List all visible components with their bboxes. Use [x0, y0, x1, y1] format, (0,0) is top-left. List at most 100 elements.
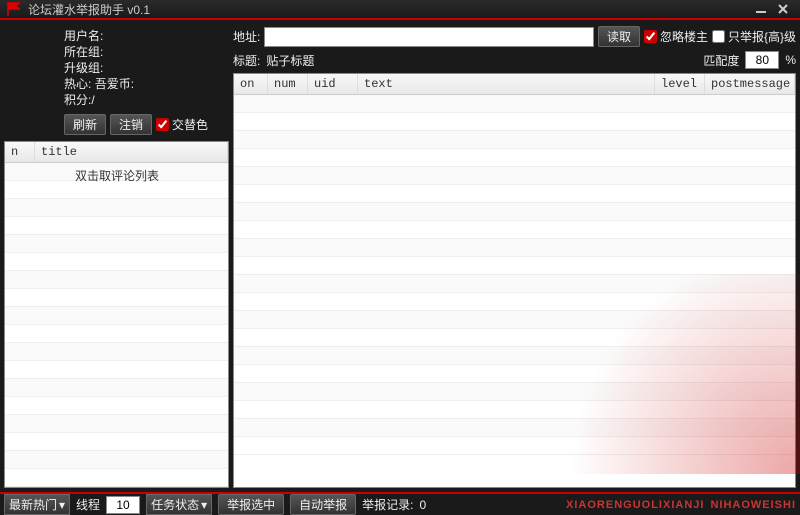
- table-row[interactable]: [234, 437, 795, 455]
- match-pct: %: [785, 53, 796, 67]
- col-level[interactable]: level: [655, 74, 705, 94]
- left-grid-header: n title: [5, 142, 228, 163]
- table-row[interactable]: [234, 131, 795, 149]
- logout-button[interactable]: 注销: [110, 114, 152, 135]
- table-row[interactable]: [5, 433, 228, 451]
- match-input[interactable]: [745, 51, 779, 69]
- ignore-op-checkbox[interactable]: 忽略楼主: [644, 28, 708, 45]
- credit-1: XIAORENGUOLIXIANJI: [566, 499, 704, 511]
- window-title: 论坛灌水举报助手 v0.1: [28, 1, 750, 18]
- subject-value: 贴子标题: [266, 52, 314, 69]
- table-row[interactable]: [234, 383, 795, 401]
- col-on[interactable]: on: [234, 74, 268, 94]
- score-label: 积分:: [64, 93, 91, 107]
- user-info: 用户名: 所在组: 升级组: 热心: 吾爱币: 积分:/: [4, 24, 229, 110]
- only-high-label: 只举报{高}级: [728, 28, 796, 45]
- thread-input[interactable]: [106, 496, 140, 514]
- table-row[interactable]: [234, 221, 795, 239]
- match-label: 匹配度: [703, 52, 739, 69]
- hot-dropdown-label: 最新热门: [9, 496, 57, 513]
- task-status-label: 任务状态: [151, 496, 199, 513]
- table-row[interactable]: [5, 343, 228, 361]
- left-grid-body[interactable]: 双击取评论列表: [5, 163, 228, 487]
- table-row[interactable]: [234, 113, 795, 131]
- table-row[interactable]: [234, 347, 795, 365]
- right-grid-body[interactable]: [234, 95, 795, 487]
- subject-row: 标题: 贴子标题 匹配度 %: [233, 51, 796, 71]
- body: 用户名: 所在组: 升级组: 热心: 吾爱币: 积分:/ 刷新 注销 交替色 n…: [0, 20, 800, 492]
- task-status-dropdown[interactable]: 任务状态 ▾: [146, 494, 212, 515]
- table-row[interactable]: [5, 217, 228, 235]
- only-high-input[interactable]: [712, 30, 725, 43]
- table-row[interactable]: [234, 365, 795, 383]
- right-grid-header: on num uid text level postmessage: [234, 74, 795, 95]
- subject-label: 标题:: [233, 52, 260, 69]
- report-selected-button[interactable]: 举报选中: [218, 494, 284, 515]
- table-row[interactable]: [5, 271, 228, 289]
- auto-report-button[interactable]: 自动举报: [290, 494, 356, 515]
- table-row[interactable]: [5, 451, 228, 469]
- address-row: 地址: 读取 忽略楼主 只举报{高}级: [233, 24, 796, 49]
- user-buttons: 刷新 注销 交替色: [4, 112, 229, 139]
- table-row[interactable]: [234, 185, 795, 203]
- alt-color-label: 交替色: [172, 116, 208, 133]
- address-input[interactable]: [264, 27, 594, 47]
- table-row[interactable]: [234, 239, 795, 257]
- table-row[interactable]: [5, 379, 228, 397]
- record-label: 举报记录:: [362, 496, 413, 513]
- col-uid[interactable]: uid: [308, 74, 358, 94]
- coin-label: 吾爱币:: [95, 77, 134, 91]
- table-row[interactable]: [5, 289, 228, 307]
- table-row[interactable]: [234, 401, 795, 419]
- hot-dropdown[interactable]: 最新热门 ▾: [4, 494, 70, 515]
- table-row[interactable]: [234, 95, 795, 113]
- ignore-op-input[interactable]: [644, 30, 657, 43]
- read-button[interactable]: 读取: [598, 26, 640, 47]
- alt-color-input[interactable]: [156, 118, 169, 131]
- thread-label: 线程: [76, 496, 100, 513]
- table-row[interactable]: [234, 167, 795, 185]
- right-grid[interactable]: on num uid text level postmessage: [233, 73, 796, 488]
- left-grid[interactable]: n title 双击取评论列表: [4, 141, 229, 488]
- flag-icon: [6, 1, 22, 17]
- col-text[interactable]: text: [358, 74, 655, 94]
- table-row[interactable]: [234, 311, 795, 329]
- table-row[interactable]: [5, 397, 228, 415]
- score-sep: /: [91, 93, 94, 107]
- right-panel: 地址: 读取 忽略楼主 只举报{高}级 标题: 贴子标题 匹配度 %: [233, 24, 796, 488]
- table-row[interactable]: [234, 203, 795, 221]
- minimize-button[interactable]: [750, 0, 772, 18]
- table-row[interactable]: [234, 329, 795, 347]
- table-row[interactable]: [5, 235, 228, 253]
- left-panel: 用户名: 所在组: 升级组: 热心: 吾爱币: 积分:/ 刷新 注销 交替色 n…: [4, 24, 229, 488]
- table-row[interactable]: [234, 275, 795, 293]
- table-row[interactable]: [234, 257, 795, 275]
- refresh-button[interactable]: 刷新: [64, 114, 106, 135]
- upgrade-label: 升级组:: [64, 61, 103, 75]
- table-row[interactable]: [5, 469, 228, 487]
- footer: 最新热门 ▾ 线程 任务状态 ▾ 举报选中 自动举报 举报记录:0 XIAORE…: [0, 492, 800, 515]
- table-row[interactable]: [5, 361, 228, 379]
- username-label: 用户名:: [64, 29, 103, 43]
- table-row[interactable]: [234, 149, 795, 167]
- hot-label: 热心:: [64, 77, 91, 91]
- col-postmessage[interactable]: postmessage: [705, 74, 795, 94]
- table-row[interactable]: [5, 415, 228, 433]
- table-row[interactable]: [234, 293, 795, 311]
- table-row[interactable]: [5, 253, 228, 271]
- col-num[interactable]: num: [268, 74, 308, 94]
- table-row[interactable]: [5, 325, 228, 343]
- table-row[interactable]: [5, 307, 228, 325]
- titlebar[interactable]: 论坛灌水举报助手 v0.1: [0, 0, 800, 20]
- alt-color-checkbox[interactable]: 交替色: [156, 116, 208, 133]
- table-row[interactable]: [5, 199, 228, 217]
- col-title[interactable]: title: [35, 142, 228, 162]
- table-row[interactable]: [234, 419, 795, 437]
- col-n[interactable]: n: [5, 142, 35, 162]
- address-label: 地址:: [233, 28, 260, 45]
- close-button[interactable]: [772, 0, 794, 18]
- only-high-checkbox[interactable]: 只举报{高}级: [712, 28, 796, 45]
- left-grid-hint: 双击取评论列表: [75, 167, 159, 184]
- ignore-op-label: 忽略楼主: [660, 28, 708, 45]
- credit-2: NIHAOWEISHI: [710, 499, 796, 511]
